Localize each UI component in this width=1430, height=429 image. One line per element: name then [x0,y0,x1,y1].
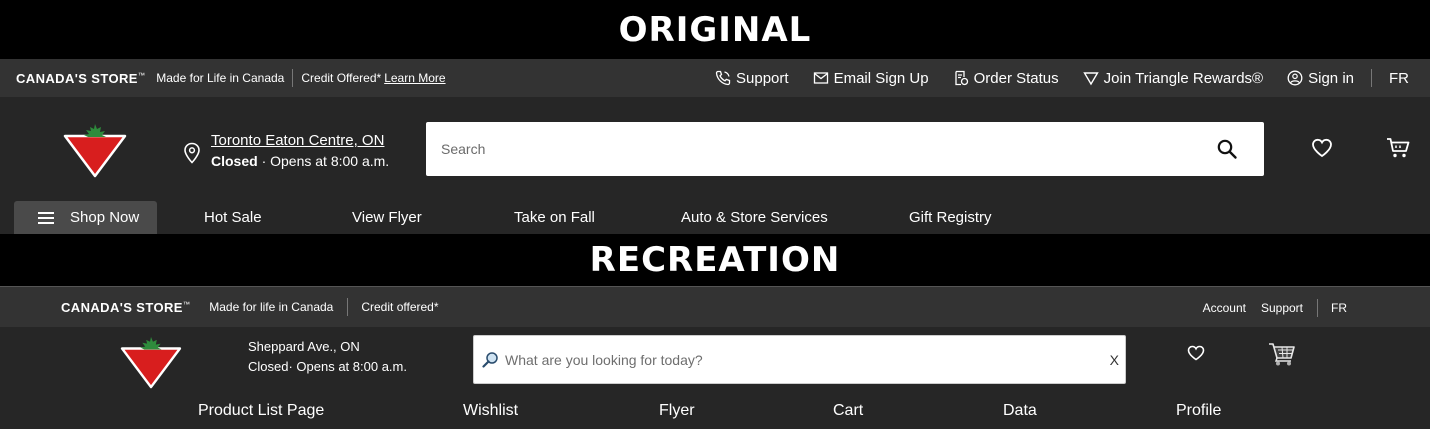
email-signup-link[interactable]: Email Sign Up [813,70,929,87]
wishlist-heart-icon[interactable] [1311,138,1333,158]
shop-now-label: Shop Now [70,209,140,226]
brand-wordmark[interactable]: CANADA'S STORE™ [16,71,145,86]
phone-icon [715,70,731,86]
location-pin-icon [184,142,200,164]
divider [1317,298,1318,317]
nav-view-flyer[interactable]: View Flyer [352,201,422,234]
recreation-banner-label: RECREATION [589,240,841,280]
receipt-icon [954,70,968,86]
shopping-cart-icon[interactable] [1268,341,1296,367]
search-input[interactable] [426,122,1216,176]
brand-wordmark[interactable]: CANADA'S STORE™ [61,300,190,315]
cart-icon[interactable] [1386,137,1410,159]
nav-take-on-fall[interactable]: Take on Fall [514,201,595,234]
search-icon[interactable] [1216,138,1238,160]
recreation-banner: RECREATION [0,234,1430,286]
canadian-tire-logo[interactable] [120,335,182,389]
main-nav: Shop Now Hot Sale View Flyer Take on Fal… [0,201,1430,234]
nav-profile[interactable]: Profile [1176,402,1221,420]
store-selector[interactable]: Sheppard Ave., ON Closed· Opens at 8:00 … [248,337,407,377]
utility-bar: CANADA'S STORE™ Made for Life in Canada … [0,59,1430,97]
account-link[interactable]: Account [1203,301,1246,315]
divider [347,298,349,316]
search-bar [426,122,1264,176]
nav-data[interactable]: Data [1003,402,1037,420]
triangle-rewards-link[interactable]: Join Triangle Rewards® [1082,69,1264,87]
hamburger-menu-icon [38,211,54,224]
support-link[interactable]: Support [715,70,789,87]
triangle-icon [1082,72,1099,86]
shop-now-button[interactable]: Shop Now [14,201,157,234]
support-link[interactable]: Support [1261,301,1303,315]
sign-in-label: Sign in [1308,69,1354,87]
language-toggle[interactable]: FR [1389,70,1409,87]
store-hours: Closed · Opens at 8:00 a.m. [211,153,390,169]
tagline: Made for Life in Canada [156,71,285,85]
clear-search-button[interactable]: X [1110,352,1119,368]
store-name[interactable]: Sheppard Ave., ON [248,337,407,357]
nav-flyer[interactable]: Flyer [659,402,695,420]
nav-cart[interactable]: Cart [833,402,863,420]
order-status-link[interactable]: Order Status [953,70,1059,87]
original-header: CANADA'S STORE™ Made for Life in Canada … [0,59,1430,234]
nav-gift-registry[interactable]: Gift Registry [909,201,992,234]
store-hours: Closed· Opens at 8:00 a.m. [248,359,407,374]
utility-bar: CANADA'S STORE™ Made for life in Canada … [0,286,1430,327]
divider [292,69,294,87]
nav-product-list-page[interactable]: Product List Page [198,402,324,420]
sign-in-link[interactable]: Sign in [1287,70,1354,87]
email-signup-label: Email Sign Up [833,69,929,87]
wishlist-heart-icon[interactable] [1187,345,1205,361]
utility-links: Account Support FR [1188,287,1430,328]
nav-wishlist[interactable]: Wishlist [463,402,518,420]
search-bar: X [473,335,1126,384]
nav-hot-sale[interactable]: Hot Sale [204,201,262,234]
divider [1371,69,1372,87]
credit-offered: Credit Offered* [301,71,382,85]
recreation-header: CANADA'S STORE™ Made for life in Canada … [0,286,1430,429]
original-banner: ORIGINAL [0,0,1430,59]
user-icon [1287,70,1303,86]
utility-links: Support Email Sign Up Order Status Join … [691,59,1430,97]
original-banner-label: ORIGINAL [618,9,812,50]
nav-auto-store-services[interactable]: Auto & Store Services [681,201,828,234]
store-name[interactable]: Toronto Eaton Centre, ON [211,132,389,149]
support-label: Support [736,69,789,87]
canadian-tire-logo[interactable] [63,122,127,178]
store-selector[interactable]: Toronto Eaton Centre, ON Closed · Opens … [183,132,389,169]
credit-offered: Credit offered* [361,300,439,314]
language-toggle[interactable]: FR [1331,301,1347,315]
learn-more-link[interactable]: Learn More [384,71,445,85]
search-icon [482,352,498,368]
triangle-rewards-label: Join Triangle Rewards® [1103,69,1264,87]
tagline: Made for life in Canada [209,300,334,314]
search-input[interactable] [499,336,1110,383]
mail-icon [813,72,828,84]
order-status-label: Order Status [973,69,1059,87]
